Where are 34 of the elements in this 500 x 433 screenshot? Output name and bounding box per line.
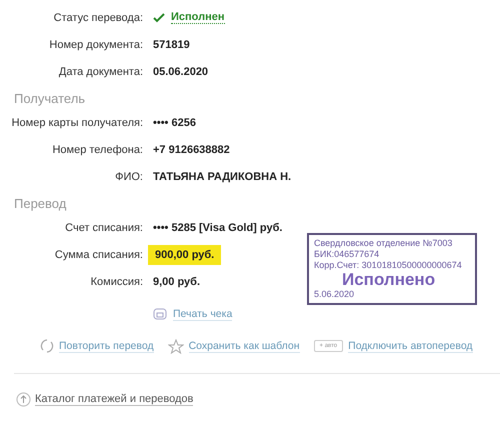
field-value: •••• 6256: [153, 116, 196, 128]
field-value: 05.06.2020: [153, 66, 208, 78]
field-label: Номер карты получателя:: [10, 116, 143, 128]
stamp-title: Исполнено: [342, 271, 436, 289]
stamp-date: 5.06.2020: [314, 289, 356, 300]
status-value: Исполнен: [171, 11, 225, 24]
field-label: Статус перевода:: [52, 12, 143, 24]
stamp-line: Свердловское отделение №7003: [314, 238, 454, 249]
catalog-link[interactable]: Каталог платежей и переводов: [35, 393, 194, 406]
section-heading: Получатель: [14, 90, 86, 106]
field-label: ФИО:: [114, 170, 143, 182]
field-value: +7 9126638882: [153, 144, 230, 156]
action-link[interactable]: Повторить перевод: [59, 340, 154, 352]
field-label: Счет списания:: [64, 222, 143, 234]
action-link[interactable]: Сохранить как шаблон: [188, 340, 300, 352]
printer-icon: [153, 308, 167, 320]
field-value: ТАТЬЯНА РАДИКОВНА Н.: [153, 170, 292, 182]
field-value: 571819: [153, 38, 190, 50]
field-label: Дата документа:: [58, 66, 143, 78]
star-icon: [168, 338, 184, 354]
highlighted-amount: 900,00 руб.: [148, 244, 222, 264]
stamp-line: Корр.Счет: 30101810500000000674: [314, 260, 463, 271]
field-value: •••• 5285 [Visa Gold] руб.: [153, 222, 282, 234]
field-label: Номер телефона:: [51, 144, 143, 156]
refresh-icon: [40, 338, 54, 354]
print-receipt-link[interactable]: Печать чека: [173, 308, 232, 320]
section-heading: Перевод: [14, 196, 66, 210]
checkmark-icon: [153, 12, 165, 22]
field-value: 9,00 руб.: [153, 276, 200, 288]
stamp-line: БИК:046577674: [314, 249, 380, 260]
field-label: Комиссия:: [90, 276, 143, 288]
field-label: Номер документа:: [48, 38, 143, 50]
action-link[interactable]: Подключить автоперевод: [348, 340, 473, 352]
field-label: Сумма списания:: [54, 248, 143, 260]
